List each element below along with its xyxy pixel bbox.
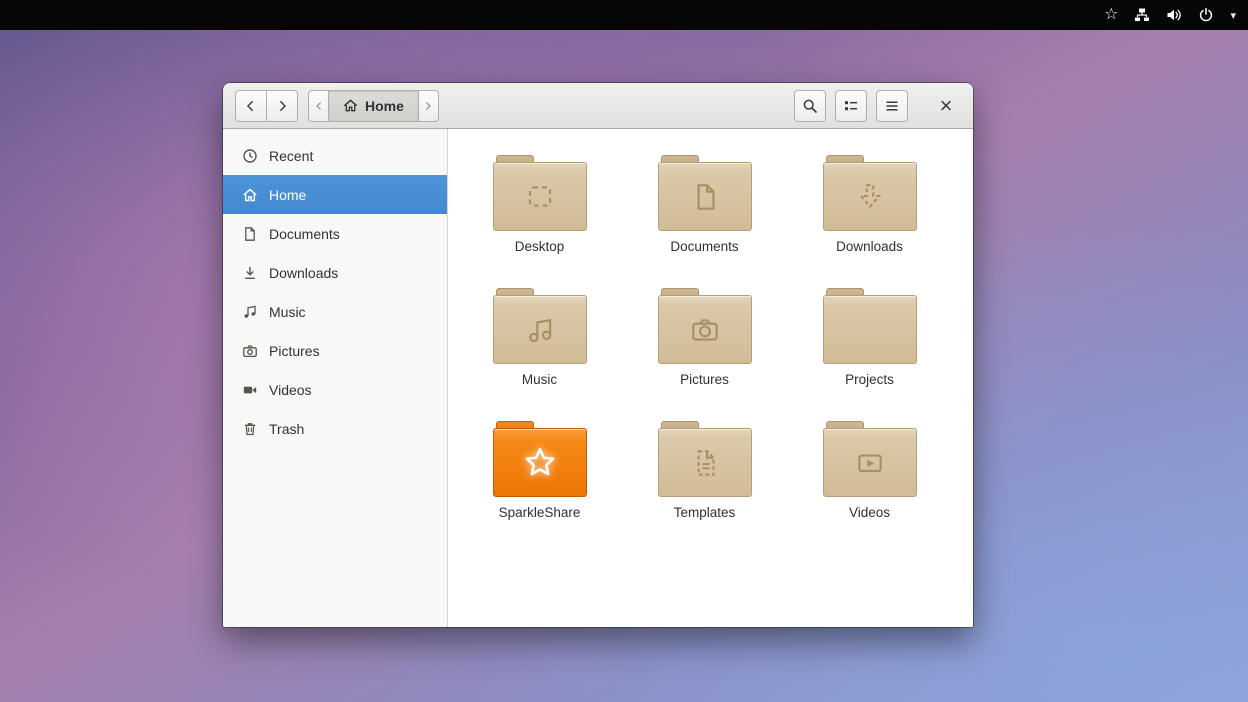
sidebar-item-label: Home	[269, 187, 306, 203]
folder-label: Documents	[670, 239, 738, 254]
folder-item-sparkleshare[interactable]: SparkleShare	[457, 421, 622, 520]
video-icon	[242, 382, 258, 398]
forward-button[interactable]	[266, 90, 298, 122]
sidebar-item-label: Videos	[269, 382, 312, 398]
folder-icon-orange	[493, 421, 587, 497]
sidebar-item-label: Trash	[269, 421, 304, 437]
folder-icon	[823, 288, 917, 364]
folder-item-pictures[interactable]: Pictures	[622, 288, 787, 387]
sidebar-item-trash[interactable]: Trash	[223, 409, 447, 448]
sidebar-item-home[interactable]: Home	[223, 175, 447, 214]
search-button[interactable]	[794, 90, 826, 122]
desktop-emblem-icon	[520, 162, 560, 231]
download-emblem-icon	[850, 162, 890, 231]
close-button[interactable]: ×	[931, 90, 961, 122]
back-button[interactable]	[235, 90, 267, 122]
music-note-icon	[242, 304, 258, 320]
path-home-label: Home	[365, 98, 404, 114]
recent-clock-icon	[242, 148, 258, 164]
network-icon[interactable]	[1134, 0, 1150, 30]
document-icon	[242, 226, 258, 242]
sidebar-item-label: Pictures	[269, 343, 320, 359]
headerbar-actions: ×	[794, 90, 961, 122]
sidebar-item-label: Recent	[269, 148, 313, 164]
home-icon	[242, 187, 258, 203]
video-emblem-icon	[850, 428, 890, 497]
folder-item-music[interactable]: Music	[457, 288, 622, 387]
star-emblem-icon	[520, 428, 560, 497]
volume-icon[interactable]	[1166, 0, 1182, 30]
template-emblem-icon	[685, 428, 725, 497]
favorites-icon[interactable]: ☆	[1104, 0, 1118, 30]
menu-button[interactable]	[876, 90, 908, 122]
folder-label: Projects	[845, 372, 894, 387]
folder-label: Pictures	[680, 372, 729, 387]
folder-label: Music	[522, 372, 557, 387]
download-icon	[242, 265, 258, 281]
window-body: Recent Home Documents Downloads	[223, 129, 973, 627]
camera-emblem-icon	[685, 295, 725, 364]
camera-icon	[242, 343, 258, 359]
folder-icon	[493, 288, 587, 364]
system-menu-chevron-icon[interactable]: ▾	[1230, 0, 1236, 30]
document-emblem-icon	[685, 162, 725, 231]
music-emblem-icon	[520, 295, 560, 364]
file-manager-window: Home	[223, 83, 973, 627]
folder-icon	[823, 155, 917, 231]
sidebar-item-label: Music	[269, 304, 306, 320]
path-bar: Home	[308, 90, 439, 122]
folder-label: SparkleShare	[499, 505, 581, 520]
sidebar-item-downloads[interactable]: Downloads	[223, 253, 447, 292]
trash-icon	[242, 421, 258, 437]
sidebar-item-documents[interactable]: Documents	[223, 214, 447, 253]
sidebar: Recent Home Documents Downloads	[223, 129, 448, 627]
headerbar: Home	[223, 83, 973, 129]
folder-icon	[823, 421, 917, 497]
folder-item-desktop[interactable]: Desktop	[457, 155, 622, 254]
folder-item-documents[interactable]: Documents	[622, 155, 787, 254]
folder-item-downloads[interactable]: Downloads	[787, 155, 952, 254]
sidebar-item-music[interactable]: Music	[223, 292, 447, 331]
sidebar-item-label: Downloads	[269, 265, 338, 281]
sidebar-item-recent[interactable]: Recent	[223, 136, 447, 175]
sidebar-item-label: Documents	[269, 226, 340, 242]
folder-item-projects[interactable]: Projects	[787, 288, 952, 387]
path-scroll-left-button[interactable]	[308, 90, 329, 122]
folder-icon	[658, 421, 752, 497]
folder-label: Templates	[674, 505, 736, 520]
folder-item-templates[interactable]: Templates	[622, 421, 787, 520]
folder-grid: Desktop Documents	[448, 129, 973, 520]
file-grid-view: Desktop Documents	[448, 129, 973, 627]
nav-button-group	[235, 90, 298, 122]
sidebar-item-pictures[interactable]: Pictures	[223, 331, 447, 370]
folder-label: Downloads	[836, 239, 903, 254]
folder-icon	[658, 155, 752, 231]
folder-label: Desktop	[515, 239, 565, 254]
path-home-button[interactable]: Home	[328, 90, 419, 122]
folder-icon	[658, 288, 752, 364]
folder-item-videos[interactable]: Videos	[787, 421, 952, 520]
power-icon[interactable]	[1198, 0, 1214, 30]
top-bar: ☆ ▾	[0, 0, 1248, 30]
folder-label: Videos	[849, 505, 890, 520]
sidebar-item-videos[interactable]: Videos	[223, 370, 447, 409]
folder-icon	[493, 155, 587, 231]
home-icon	[343, 98, 358, 113]
view-toggle-button[interactable]	[835, 90, 867, 122]
path-scroll-right-button[interactable]	[418, 90, 439, 122]
